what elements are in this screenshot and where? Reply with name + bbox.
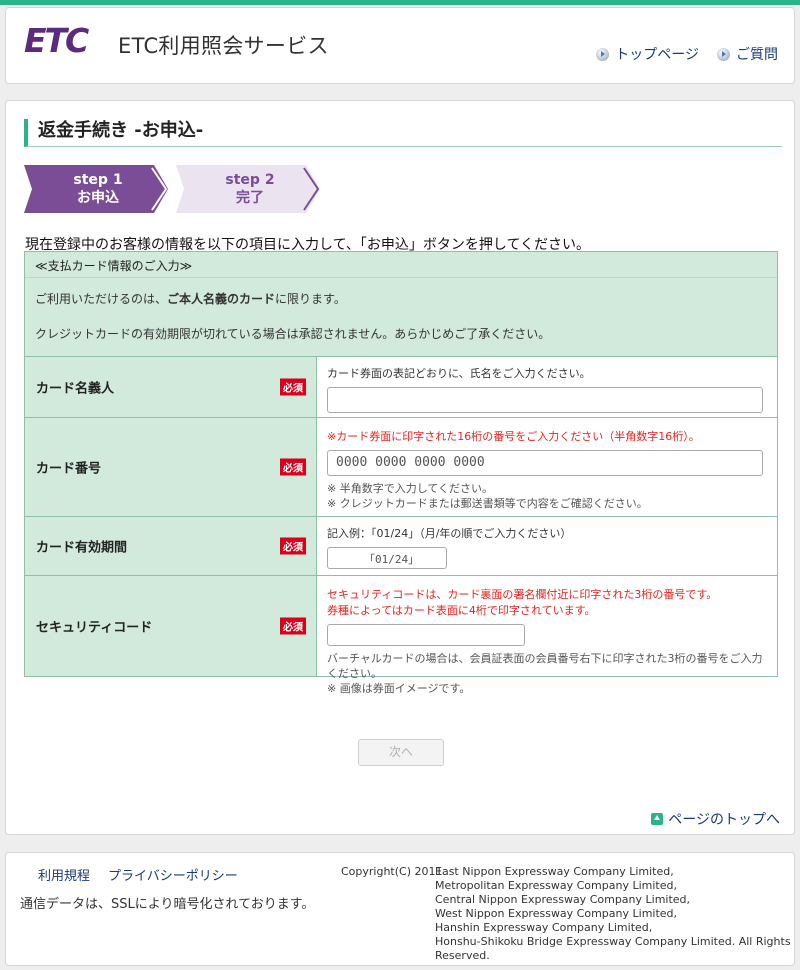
page-title: 返金手続き -お申込- [24,119,782,147]
payment-card-form: ≪支払カード情報のご入力≫ ご利用いただけるのは、ご本人名義のカードに限ります。… [24,251,778,695]
arrow-circle-icon [596,47,610,61]
page-top-link[interactable]: ページのトップへ [651,809,780,829]
copyright-label: Copyright(C) 2011 [341,865,443,878]
row-card-name: カード名義人 必須 カード券面の表記どおりに、氏名をご入力ください。 [25,356,777,417]
required-badge: 必須 [280,458,306,476]
required-badge: 必須 [280,537,306,555]
step-1-label: お申込 [77,190,119,206]
required-badge: 必須 [280,617,306,635]
terms-link[interactable]: 利用規程 [38,865,90,884]
security-code-label: セキュリティコード [36,620,153,636]
site-footer: 利用規程 プライバシーポリシー 通信データは、SSLにより暗号化されております。… [5,852,795,966]
expiry-hint: 記入例：「01/24」（月/年の順でご入力ください） [327,527,572,540]
step-2-inactive: step 2 完了 [176,165,324,213]
security-note-1: バーチャルカードの場合は、会員証表面の会員番号右下に印字された3桁の番号をご入力… [327,652,763,680]
required-badge: 必須 [280,378,306,396]
card-number-hint: ※カード券面に印字された16桁の番号をご入力ください（半角数字16桁）。 [327,430,700,443]
step-2-number: step 2 [225,172,275,188]
security-hint-2: 券種によってはカード表面に4桁で印字されています。 [327,604,596,617]
ssl-notice: 通信データは、SSLにより暗号化されております。 [20,897,315,912]
card-number-note-1: ※ 半角数字で入力してください。 [327,482,494,495]
card-name-hint: カード券面の表記どおりに、氏名をご入力ください。 [327,367,591,380]
nav-faq-link[interactable]: ご質問 [717,44,778,64]
card-number-input[interactable]: 0000 0000 0000 0000 [327,450,763,476]
step-1-number: step 1 [73,172,123,188]
form-info: ご利用いただけるのは、ご本人名義のカードに限ります。 クレジットカードの有効期限… [25,278,777,356]
arrow-circle-icon [717,47,730,61]
company-line: Hanshin Expressway Company Limited, [435,921,653,934]
card-number-label: カード番号 [36,461,102,477]
copyright-companies: East Nippon Expressway Company Limited, … [435,865,794,963]
top-navigation: トップページ ご質問 [596,44,778,64]
main-content: 返金手続き -お申込- step 1 お申込 step 2 完了 現在登録中のお… [5,100,795,835]
top-accent-bar [0,0,800,5]
svg-text:ETC: ETC [24,22,89,60]
page-top-label: ページのトップへ [668,812,780,828]
etc-logo[interactable]: ETC [22,21,108,60]
security-code-input[interactable] [327,624,525,646]
company-line: Central Nippon Expressway Company Limite… [435,893,691,906]
privacy-policy-link[interactable]: プライバシーポリシー [108,865,238,884]
card-name-label: カード名義人 [36,381,115,397]
card-name-input[interactable] [327,387,763,413]
nav-top-page-label: トップページ [615,47,699,63]
site-header: ETC ETC利用照会サービス トップページ ご質問 [5,7,795,84]
form-section-title: ≪支払カード情報のご入力≫ [25,252,777,278]
company-line: East Nippon Expressway Company Limited, [435,865,674,878]
info-own-card: ご利用いただけるのは、ご本人名義のカードに限ります。 [35,292,346,306]
card-number-note-2: ※ クレジットカードまたは郵送書類等で内容をご確認ください。 [327,497,648,510]
security-hint-1: セキュリティコードは、カード裏面の署名欄付近に印字された3桁の番号です。 [327,588,718,601]
row-expiry: カード有効期間 必須 記入例：「01/24」（月/年の順でご入力ください） 「0… [25,516,777,575]
expiry-input[interactable]: 「01/24」 [327,547,447,569]
info-expired-card: クレジットカードの有効期限が切れている場合は承認されません。あらかじめご了承くだ… [35,327,551,341]
nav-top-page-link[interactable]: トップページ [596,44,699,64]
company-line: West Nippon Expressway Company Limited, [435,907,678,920]
nav-faq-label: ご質問 [736,47,778,63]
site-title: ETC利用照会サービス [118,34,329,58]
row-card-number: カード番号 必須 ※カード券面に印字された16桁の番号をご入力ください（半角数字… [25,417,777,516]
next-button[interactable]: 次へ [358,739,444,766]
company-line: Honshu-Shikoku Bridge Expressway Company… [435,935,791,962]
step-indicator: step 1 お申込 step 2 完了 [24,165,334,213]
up-arrow-icon [651,813,664,825]
expiry-label: カード有効期間 [36,540,128,556]
footer-links: 利用規程 プライバシーポリシー [38,865,238,884]
row-security-code: セキュリティコード 必須 セキュリティコードは、カード裏面の署名欄付近に印字され… [25,575,777,695]
step-1-active: step 1 お申込 [24,165,172,213]
step-2-label: 完了 [236,190,264,206]
security-note-2: ※ 画像は券面イメージです。 [327,682,471,695]
company-line: Metropolitan Expressway Company Limited, [435,879,677,892]
